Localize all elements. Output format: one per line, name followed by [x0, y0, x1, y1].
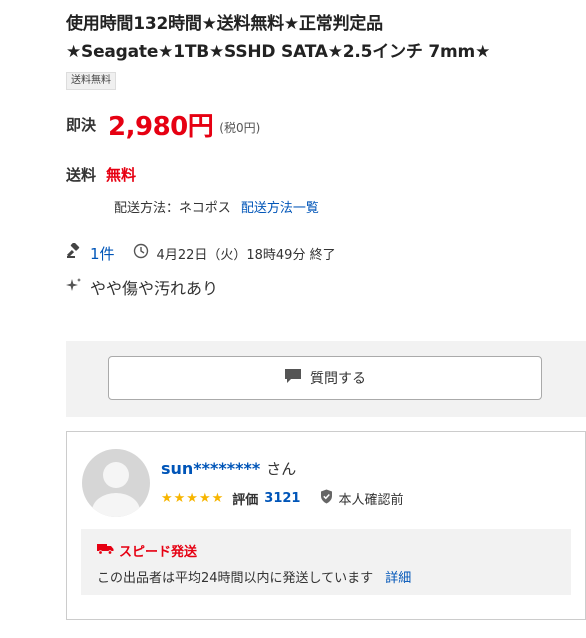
shipping-methods-link[interactable]: 配送方法一覧 — [241, 201, 319, 216]
condition-text: やや傷や汚れあり — [90, 279, 219, 298]
seller-name-link[interactable]: sun******** — [161, 459, 260, 478]
bid-count-link[interactable]: 1件 — [90, 243, 115, 264]
shipping-value: 無料 — [106, 166, 137, 184]
speed-details-link[interactable]: 詳細 — [385, 571, 411, 586]
speed-desc-text: この出品者は平均24時間以内に発送しています — [97, 571, 374, 586]
price-label: 即決 — [66, 115, 97, 134]
clock-icon — [133, 243, 149, 263]
seller-honorific: さん — [266, 460, 297, 478]
end-time: 4月22日（火）18時49分 終了 — [156, 247, 336, 263]
avatar-placeholder-icon[interactable] — [82, 449, 150, 517]
free-shipping-badge: 送料無料 — [66, 72, 116, 90]
condition-row: やや傷や汚れあり — [66, 276, 218, 298]
shipping-row: 送料 無料 — [66, 164, 136, 185]
verification-label: 本人確認前 — [338, 493, 404, 508]
price-row: 即決 2,980円 (税0円) — [66, 106, 260, 142]
shield-check-icon — [320, 489, 338, 508]
speed-shipping-desc: この出品者は平均24時間以内に発送しています 詳細 — [97, 567, 411, 586]
chat-bubble-icon — [284, 368, 310, 388]
rating-stars: ★★★★★ — [161, 491, 225, 506]
truck-icon — [97, 543, 119, 559]
ask-question-label: 質問する — [310, 371, 366, 387]
seller-card: sun******** さん ★★★★★ 評価 3121 本人確認前 スピード発… — [66, 431, 586, 620]
shipping-label: 送料 — [66, 166, 97, 184]
bid-row: 1件 4月22日（火）18時49分 終了 — [66, 242, 336, 264]
price-value: 2,980円 — [108, 111, 214, 142]
sparkle-icon — [66, 277, 82, 297]
rating-label: 評価 — [232, 493, 259, 508]
question-panel: 質問する — [66, 341, 586, 417]
verification-status: 本人確認前 — [320, 489, 404, 508]
ask-question-button[interactable]: 質問する — [108, 356, 542, 400]
tax-note: (税0円) — [219, 120, 261, 135]
seller-name-row: sun******** さん — [161, 458, 296, 479]
shipping-method-text: 配送方法：ネコポス — [114, 201, 231, 216]
rating-row: ★★★★★ 評価 3121 本人確認前 — [161, 489, 404, 508]
speed-title-text: スピード発送 — [119, 545, 198, 560]
gavel-icon — [66, 242, 82, 263]
speed-shipping-box: スピード発送 この出品者は平均24時間以内に発送しています 詳細 — [81, 529, 571, 595]
shipping-method-row: 配送方法：ネコポス 配送方法一覧 — [114, 197, 319, 216]
rating-count-link[interactable]: 3121 — [264, 491, 300, 506]
speed-shipping-title: スピード発送 — [97, 541, 197, 560]
listing-title: 使用時間132時間★送料無料★正常判定品★Seagate★1TB★SSHD SA… — [66, 14, 491, 62]
